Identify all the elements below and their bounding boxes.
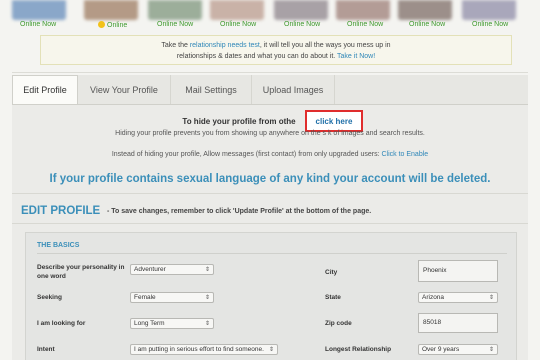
online-status: Online Now <box>472 21 509 28</box>
tab-upload-images[interactable]: Upload Images <box>252 75 335 104</box>
city-label: City <box>325 269 338 276</box>
chevron-updown-icon: ⇕ <box>204 267 210 273</box>
tab-edit-profile[interactable]: Edit Profile <box>12 75 78 104</box>
divider <box>37 253 507 254</box>
content-warning: If your profile contains sexual language… <box>49 173 491 185</box>
notice-text: relationships & dates and what you can d… <box>176 53 338 60</box>
member-photo[interactable] <box>462 0 516 20</box>
personality-select[interactable]: Adventurer ⇕ <box>130 264 214 275</box>
intent-label: Intent <box>37 346 55 353</box>
smiley-icon <box>98 21 105 28</box>
basics-section: THE BASICS Describe your personality in … <box>25 232 517 360</box>
zip-code-field[interactable]: 85018 <box>418 313 498 333</box>
tab-view-your-profile[interactable]: View Your Profile <box>78 75 171 104</box>
member-photo[interactable] <box>84 0 138 20</box>
take-it-now-link[interactable]: Take it Now! <box>337 53 375 60</box>
longest-relationship-label: Longest Relationship <box>325 346 392 353</box>
hide-profile-description: Hiding your profile prevents you from sh… <box>115 130 425 137</box>
member-photo[interactable] <box>210 0 264 20</box>
divider <box>12 193 528 194</box>
member-photo[interactable] <box>274 0 328 20</box>
online-status: Online <box>98 21 127 29</box>
messages-text: Instead of hiding your profile, Allow me… <box>111 151 382 158</box>
state-select[interactable]: Arizona ⇕ <box>418 292 498 303</box>
longest-relationship-select[interactable]: Over 9 years ⇕ <box>418 344 498 355</box>
notice-text: , it will tell you all the ways you mess… <box>259 42 391 49</box>
online-status: Online Now <box>409 21 446 28</box>
chevron-updown-icon: ⇕ <box>488 347 494 353</box>
state-label: State <box>325 294 341 301</box>
hide-profile-click-here-button[interactable]: click here <box>305 110 363 132</box>
seeking-label: Seeking <box>37 294 62 301</box>
online-status: Online Now <box>157 21 194 28</box>
member-photo[interactable] <box>336 0 390 20</box>
basics-title: THE BASICS <box>37 242 80 249</box>
seeking-select[interactable]: Female ⇕ <box>130 292 214 303</box>
divider <box>12 223 528 224</box>
relationship-test-notice: Take the relationship needs test, it wil… <box>40 35 512 65</box>
online-status: Online Now <box>347 21 384 28</box>
hide-profile-heading: To hide your profile from othe <box>182 117 296 126</box>
edit-profile-subtitle: - To save changes, remember to click 'Up… <box>107 208 372 215</box>
chevron-updown-icon: ⇕ <box>488 295 494 301</box>
online-members-strip: Online Now Online Online Now Online Now … <box>12 0 528 30</box>
online-status: Online Now <box>20 21 57 28</box>
city-field[interactable]: Phoenix <box>418 260 498 282</box>
chevron-updown-icon: ⇕ <box>204 321 210 327</box>
click-to-enable-link[interactable]: Click to Enable <box>381 151 428 158</box>
edit-profile-title: EDIT PROFILE <box>21 205 101 217</box>
intent-select[interactable]: I am putting in serious effort to find s… <box>130 344 278 355</box>
tab-bar-filler <box>335 75 528 104</box>
messages-setting: Instead of hiding your profile, Allow me… <box>12 151 528 158</box>
online-status: Online Now <box>284 21 321 28</box>
profile-tabs: Edit Profile View Your Profile Mail Sett… <box>12 75 528 104</box>
edit-profile-panel: To hide your profile from othe click her… <box>12 104 528 360</box>
personality-label: Describe your personality in one word <box>37 264 125 280</box>
member-photo[interactable] <box>12 0 66 20</box>
chevron-updown-icon: ⇕ <box>268 347 274 353</box>
member-photo[interactable] <box>148 0 202 20</box>
divider <box>12 72 528 73</box>
online-status: Online Now <box>220 21 257 28</box>
chevron-updown-icon: ⇕ <box>204 295 210 301</box>
zip-code-label: Zip code <box>325 320 352 327</box>
looking-for-label: I am looking for <box>37 320 86 327</box>
tab-mail-settings[interactable]: Mail Settings <box>171 75 252 104</box>
member-photo[interactable] <box>398 0 452 20</box>
relationship-test-link[interactable]: relationship needs test <box>190 42 260 49</box>
notice-text: Take the <box>161 42 190 49</box>
looking-for-select[interactable]: Long Term ⇕ <box>130 318 214 329</box>
